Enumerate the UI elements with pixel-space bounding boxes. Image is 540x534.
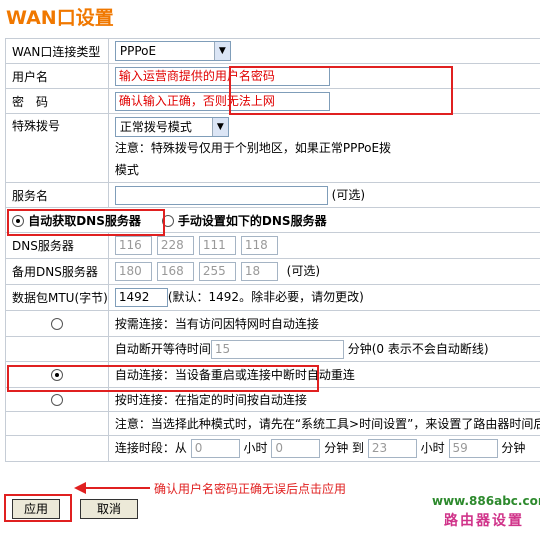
to-minute-input[interactable]: 59 [448, 439, 498, 458]
special-dial-label: 特殊拨号 [5, 113, 109, 183]
page-title: WAN口设置 [6, 7, 114, 29]
empty-cell [5, 435, 109, 462]
idle-time-note: 分钟(0 表示不会自动断线) [347, 341, 489, 356]
dns-primary-octet-2[interactable]: 228 [156, 236, 194, 255]
chevron-down-icon: ▼ [213, 42, 230, 60]
auto-connect-highlight [7, 365, 319, 392]
dns-primary-octet-4[interactable]: 118 [240, 236, 278, 255]
idle-time-label: 自动断开等待时间 [114, 341, 211, 356]
empty-cell [5, 336, 109, 362]
hour-unit: 小时 [243, 441, 268, 455]
mtu-input[interactable]: 1492 [114, 288, 168, 307]
username-label: 用户名 [5, 63, 109, 89]
dns-manual-label: 手动设置如下的DNS服务器 [177, 213, 327, 228]
on-demand-radio-cell [5, 310, 109, 337]
arrow-left-icon [74, 482, 150, 494]
dns-primary-octet-3[interactable]: 111 [198, 236, 236, 255]
on-demand-radio[interactable] [50, 318, 63, 330]
idle-time-input[interactable]: 15 [210, 339, 344, 359]
conn-type-select[interactable]: PPPoE ▼ [114, 41, 231, 61]
service-name-input[interactable] [114, 185, 328, 205]
cancel-button[interactable]: 取消 [80, 499, 138, 519]
chevron-down-icon: ▼ [211, 117, 228, 136]
period-label: 连接时段：从 [114, 441, 187, 455]
dns-secondary-octet-1[interactable]: 180 [114, 262, 152, 281]
timed-radio[interactable] [50, 394, 63, 406]
service-name-label: 服务名 [5, 182, 109, 208]
watermark-text: 路由器设置 [444, 513, 524, 529]
watermark-url: www.886abc.com [432, 494, 540, 508]
conn-type-label: WAN口连接类型 [5, 38, 109, 64]
on-demand-label: 按需连接：当有访问因特网时自动连接 [107, 310, 540, 337]
dns-auto-highlight [7, 209, 165, 236]
apply-annotation: 确认用户名密码正确无误后点击应用 [154, 482, 347, 496]
hour-unit-2: 小时 [420, 441, 445, 455]
service-name-optional: (可选) [331, 187, 366, 202]
mtu-label: 数据包MTU(字节) [5, 284, 109, 311]
minute-to-label: 分钟 到 [324, 441, 365, 455]
special-dial-select[interactable]: 正常拨号模式 ▼ [114, 116, 229, 137]
from-minute-input[interactable]: 0 [271, 439, 321, 458]
special-dial-note: 注意：特殊拨号仅用于个别地区，如果正常PPPoE拨 [114, 141, 392, 155]
dns-secondary-optional: (可选) [286, 264, 321, 278]
dns-primary-octet-1[interactable]: 116 [114, 236, 152, 255]
dns-secondary-label: 备用DNS服务器 [5, 258, 109, 285]
minute-unit: 分钟 [501, 441, 526, 455]
dns-secondary-octet-4[interactable]: 18 [240, 262, 278, 281]
dns-secondary-octet-2[interactable]: 168 [156, 262, 194, 281]
credentials-highlight [229, 66, 453, 115]
apply-button[interactable]: 应用 [12, 499, 60, 519]
dns-secondary-octet-3[interactable]: 255 [198, 262, 236, 281]
from-hour-input[interactable]: 0 [190, 439, 240, 458]
dns-primary-label: DNS服务器 [5, 232, 109, 259]
empty-cell [5, 411, 109, 436]
timed-note: 注意：当选择此种模式时，请先在“系统工具>时间设置”，来设置了路由器时间后, [107, 411, 540, 436]
to-hour-input[interactable]: 23 [367, 439, 417, 458]
special-dial-note-2: 模式 [114, 163, 139, 177]
mtu-note: (默认：1492。除非必要，请勿更改) [167, 290, 364, 304]
password-label: 密 码 [5, 88, 109, 114]
